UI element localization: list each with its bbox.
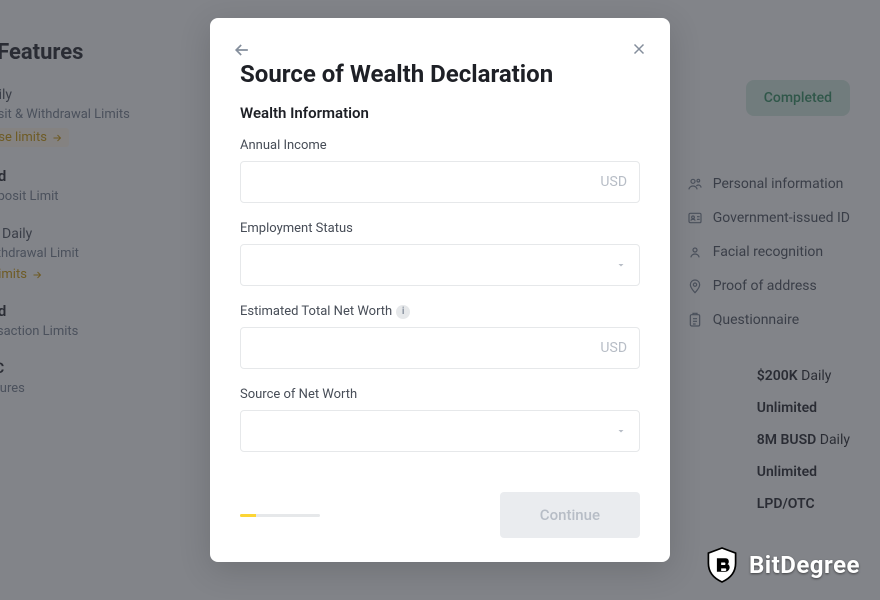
back-icon[interactable] <box>232 40 252 60</box>
progress-bar <box>240 514 320 517</box>
continue-button[interactable]: Continue <box>500 492 640 538</box>
modal-subtitle: Wealth Information <box>240 104 640 122</box>
annual-income-input[interactable]: USD <box>240 161 640 203</box>
wealth-declaration-modal: Source of Wealth Declaration Wealth Info… <box>210 18 670 562</box>
annual-income-label: Annual Income <box>240 138 640 153</box>
chevron-down-icon <box>615 259 627 271</box>
modal-overlay: Source of Wealth Declaration Wealth Info… <box>0 0 880 600</box>
source-net-worth-label: Source of Net Worth <box>240 387 640 402</box>
employment-status-select[interactable] <box>240 244 640 286</box>
currency-label: USD <box>600 174 627 190</box>
net-worth-label: Estimated Total Net Worth i <box>240 304 640 319</box>
net-worth-input[interactable]: USD <box>240 327 640 369</box>
bitdegree-logo: BitDegree <box>705 546 860 584</box>
modal-title: Source of Wealth Declaration <box>240 60 640 88</box>
source-net-worth-select[interactable] <box>240 410 640 452</box>
employment-status-label: Employment Status <box>240 221 640 236</box>
info-icon[interactable]: i <box>396 305 410 319</box>
close-icon[interactable] <box>630 40 648 58</box>
currency-label: USD <box>600 340 627 356</box>
shield-icon <box>705 546 739 584</box>
chevron-down-icon <box>615 425 627 437</box>
